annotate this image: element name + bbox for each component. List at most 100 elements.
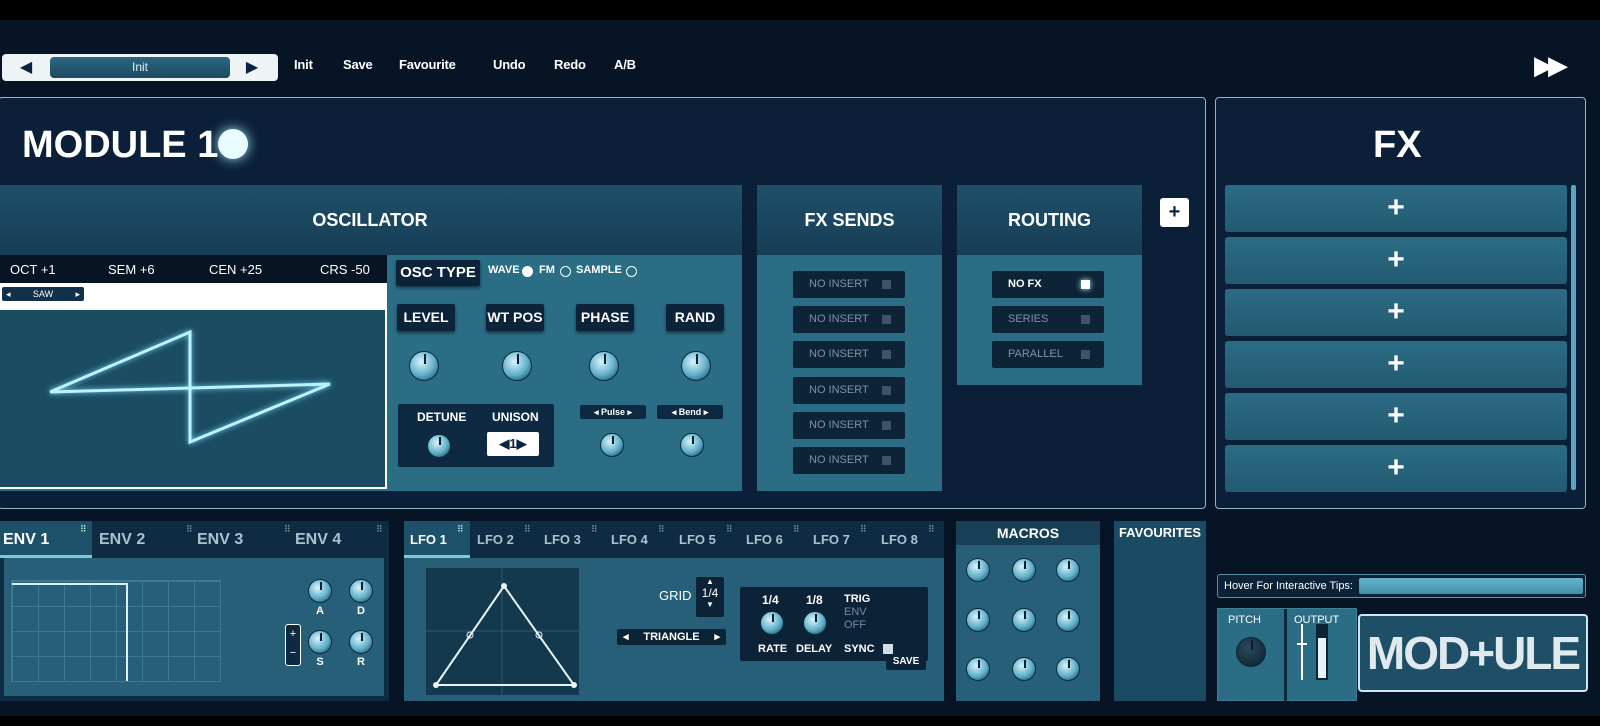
chevron-up-icon[interactable]: ▲ [696,577,724,586]
save-button[interactable]: Save [343,57,373,72]
macro-knob-9[interactable] [1056,657,1080,681]
grid-stepper[interactable]: ▲ 1/4 ▼ [696,577,724,617]
drag-grip-icon[interactable]: ⠿ [928,524,935,535]
coarse-control[interactable]: CRS -50 [320,262,370,277]
pulse-selector[interactable]: ◂ Pulse ▸ [580,405,646,419]
fx-add-slot-1[interactable]: + [1225,185,1567,232]
delay-knob[interactable] [803,611,827,635]
macro-knob-8[interactable] [1012,657,1036,681]
radio-wave[interactable] [522,266,533,277]
routing-toggle[interactable] [1081,350,1090,359]
macro-knob-7[interactable] [966,657,990,681]
level-knob[interactable] [409,351,439,381]
fx-send-slot-5[interactable]: NO INSERT [793,412,905,439]
fx-add-slot-4[interactable]: + [1225,341,1567,388]
preset-prev-button[interactable]: ◀ [16,58,36,78]
tab-env-1[interactable]: ENV 1 [3,521,49,558]
macro-knob-6[interactable] [1056,608,1080,632]
off-mode-option[interactable]: OFF [844,619,866,631]
radio-fm[interactable] [560,266,571,277]
wt-pos-knob[interactable] [502,351,532,381]
fast-forward-icon[interactable]: ▶▶ [1534,50,1568,81]
fx-send-toggle[interactable] [882,456,891,465]
macro-knob-1[interactable] [966,558,990,582]
preset-name-field[interactable]: Init [50,57,230,78]
macro-knob-5[interactable] [1012,608,1036,632]
fx-scrollbar[interactable] [1571,185,1576,490]
tab-env-4[interactable]: ENV 4 [295,521,341,558]
macro-knob-3[interactable] [1056,558,1080,582]
chevron-right-icon[interactable]: ▶ [517,436,527,451]
chevron-down-icon[interactable]: ▼ [696,600,724,609]
fx-send-slot-3[interactable]: NO INSERT [793,341,905,368]
fx-send-slot-4[interactable]: NO INSERT [793,377,905,404]
chevron-right-icon[interactable]: ▸ [714,629,720,645]
fx-add-slot-3[interactable]: + [1225,289,1567,336]
preset-next-button[interactable]: ▶ [242,58,262,78]
rand-knob[interactable] [681,351,711,381]
semitone-control[interactable]: SEM +6 [108,262,155,277]
tab-env-3[interactable]: ENV 3 [197,521,243,558]
favourite-button[interactable]: Favourite [399,57,456,72]
drag-grip-icon[interactable]: ⠿ [524,524,531,535]
env-zoom-stepper[interactable]: + − [285,624,301,666]
chevron-left-icon[interactable]: ◂ [672,407,679,417]
fx-send-slot-1[interactable]: NO INSERT [793,271,905,298]
tab-lfo-1[interactable]: LFO 1 [410,521,447,558]
ab-compare-button[interactable]: A/B [614,57,636,72]
tab-lfo-8[interactable]: LFO 8 [881,521,918,558]
tab-lfo-3[interactable]: LFO 3 [544,521,581,558]
tab-lfo-4[interactable]: LFO 4 [611,521,648,558]
chevron-right-icon[interactable]: ▸ [75,287,80,301]
routing-toggle[interactable] [1081,280,1090,289]
pulse-knob[interactable] [600,433,624,457]
drag-grip-icon[interactable]: ⠿ [793,524,800,535]
lfo-shape-selector[interactable]: ◂ TRIANGLE ▸ [617,629,726,645]
fx-add-slot-5[interactable]: + [1225,393,1567,440]
tab-lfo-7[interactable]: LFO 7 [813,521,850,558]
bend-knob[interactable] [680,433,704,457]
routing-option-no-fx[interactable]: NO FX [992,271,1104,298]
undo-button[interactable]: Undo [493,57,526,72]
sustain-knob[interactable] [308,630,332,654]
zoom-plus-icon[interactable]: + [286,625,300,644]
release-knob[interactable] [349,630,373,654]
add-section-button[interactable]: + [1160,198,1189,227]
rate-knob[interactable] [760,611,784,635]
radio-sample[interactable] [626,266,637,277]
decay-knob[interactable] [349,579,373,603]
sync-checkbox[interactable] [883,644,893,654]
drag-grip-icon[interactable]: ⠿ [80,524,87,535]
chevron-right-icon[interactable]: ▸ [701,407,709,417]
fx-send-slot-2[interactable]: NO INSERT [793,306,905,333]
waveform-selector[interactable]: ◂ SAW ▸ [2,287,84,301]
drag-grip-icon[interactable]: ⠿ [860,524,867,535]
trig-mode-option[interactable]: TRIG [844,593,870,605]
module-power-led[interactable] [218,129,248,159]
chevron-left-icon[interactable]: ◂ [6,287,11,301]
fx-send-slot-6[interactable]: NO INSERT [793,447,905,474]
drag-grip-icon[interactable]: ⠿ [284,524,291,535]
env-mode-option[interactable]: ENV [844,606,867,618]
fx-send-toggle[interactable] [882,280,891,289]
cents-control[interactable]: CEN +25 [209,262,262,277]
routing-toggle[interactable] [1081,315,1090,324]
tab-lfo-5[interactable]: LFO 5 [679,521,716,558]
octave-control[interactable]: OCT +1 [10,262,56,277]
init-button[interactable]: Init [294,57,313,72]
chevron-left-icon[interactable]: ◂ [594,407,601,417]
pitch-knob[interactable] [1236,637,1266,667]
zoom-minus-icon[interactable]: − [286,644,300,663]
routing-option-series[interactable]: SERIES [992,306,1104,333]
macro-knob-4[interactable] [966,608,990,632]
macro-knob-2[interactable] [1012,558,1036,582]
fx-add-slot-2[interactable]: + [1225,237,1567,284]
phase-knob[interactable] [589,351,619,381]
routing-option-parallel[interactable]: PARALLEL [992,341,1104,368]
fx-add-slot-6[interactable]: + [1225,445,1567,492]
drag-grip-icon[interactable]: ⠿ [457,524,464,535]
tab-lfo-6[interactable]: LFO 6 [746,521,783,558]
chevron-right-icon[interactable]: ▸ [625,407,633,417]
tab-env-2[interactable]: ENV 2 [99,521,145,558]
drag-grip-icon[interactable]: ⠿ [376,524,383,535]
